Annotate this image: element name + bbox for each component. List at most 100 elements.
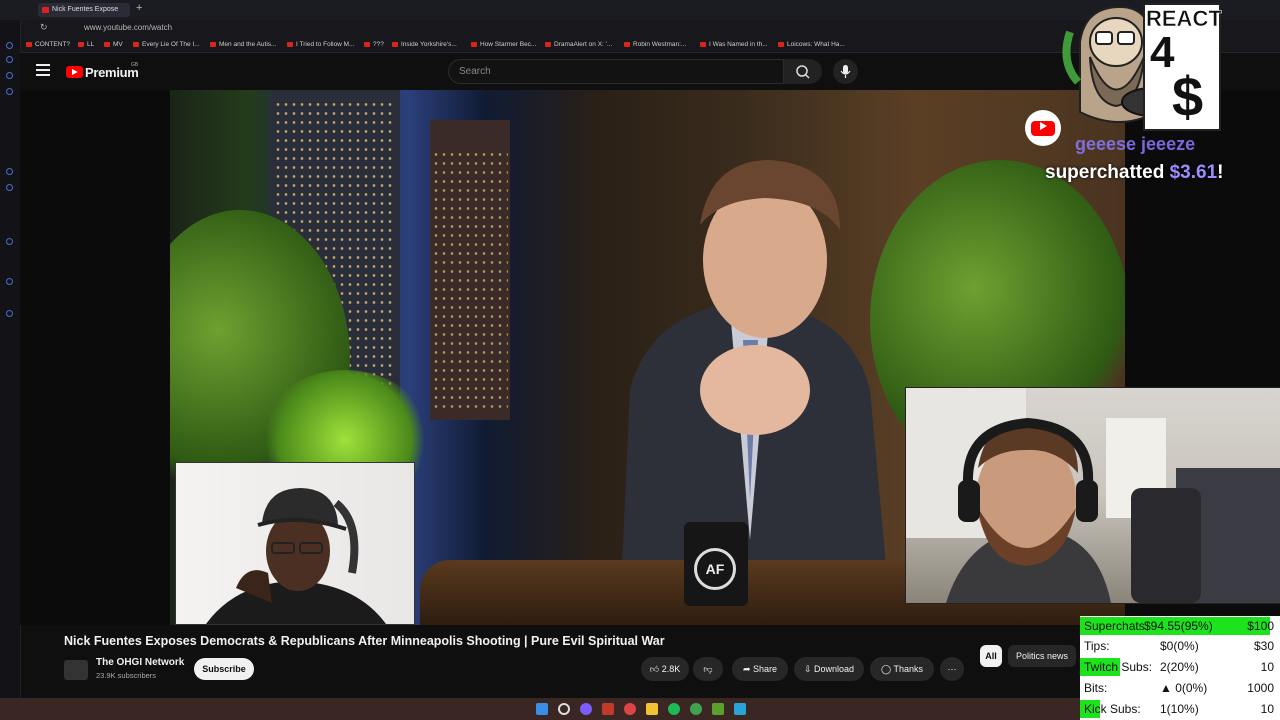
guest-webcam [175, 462, 415, 625]
sidebar-icon[interactable] [6, 88, 13, 95]
sidebar-icon[interactable] [6, 278, 13, 285]
share-button[interactable]: ➦ Share [732, 657, 788, 681]
youtube-logo-icon[interactable] [66, 66, 83, 78]
streamer-figure [906, 388, 1280, 603]
bookmark-label: MV [113, 41, 123, 48]
bookmark-icon [104, 41, 110, 47]
bookmark-label: I Was Named in th... [709, 41, 768, 48]
goal-row: Twitch Subs: 2(20%) 10 [1080, 657, 1280, 677]
bookmark-icon [210, 41, 216, 47]
superchat-bang: ! [1217, 162, 1224, 183]
thanks-button[interactable]: ◯ Thanks [870, 657, 934, 681]
folder-icon[interactable] [646, 703, 658, 715]
hamburger-menu-icon[interactable] [36, 64, 50, 76]
chip-politics-news[interactable]: Politics news [1008, 645, 1076, 667]
reload-icon[interactable]: ↻ [40, 22, 48, 33]
bookmark-item[interactable]: How Starmer Bec... [471, 41, 536, 48]
guest-figure [206, 488, 386, 624]
like-button[interactable]: 👍︎ 2.8K [641, 657, 689, 681]
goal-label: Bits: [1084, 681, 1108, 695]
bookmark-item[interactable]: I Tried to Follow M... [287, 41, 355, 48]
bookmark-label: Loicows: What Ha... [787, 41, 845, 48]
goal-value: $94.55(95%) [1144, 619, 1213, 633]
goal-row: Tips: $0(0%) $30 [1080, 636, 1280, 656]
spotify-icon[interactable] [668, 703, 680, 715]
more-actions-button[interactable]: ⋯ [940, 657, 964, 681]
share-label: Share [753, 664, 778, 674]
sidebar-icon[interactable] [6, 42, 13, 49]
bookmark-item[interactable]: Every Lie Of The I... [133, 41, 200, 48]
voice-search-button[interactable] [833, 59, 858, 84]
bookmark-icon [133, 41, 139, 47]
bookmark-item[interactable]: LL [78, 41, 94, 48]
bookmark-item[interactable]: MV [104, 41, 123, 48]
host-figure [620, 160, 890, 610]
share-icon: ➦ [742, 664, 751, 674]
chip-all[interactable]: All [980, 645, 1002, 667]
search-input[interactable]: Search [448, 59, 784, 84]
browser-icon[interactable] [624, 703, 636, 715]
telegram-icon[interactable] [734, 703, 746, 715]
bookmark-icon [26, 41, 32, 47]
search-button[interactable] [784, 59, 822, 84]
sidebar-icon[interactable] [6, 184, 13, 191]
goal-target: 10 [1260, 702, 1274, 716]
stream-goals-panel: Superchats $94.55(95%) $100 Tips: $0(0%) $30… [1080, 616, 1280, 720]
bookmark-item[interactable]: Men and the Autis... [210, 41, 276, 48]
microphone-icon [840, 65, 851, 78]
streamer-webcam [905, 387, 1280, 604]
bookmark-icon [364, 41, 370, 47]
bookmark-item[interactable]: Inside Yorkshire's... [392, 41, 457, 48]
thumbs-up-icon: 👍︎ [649, 664, 660, 674]
sidebar-icon[interactable] [6, 72, 13, 79]
bookmark-item[interactable]: CONTENT? [26, 41, 70, 48]
bookmark-icon [471, 41, 477, 47]
browser-tab[interactable]: Nick Fuentes Expose [38, 3, 130, 17]
goal-value: 1(10%) [1160, 702, 1199, 716]
goal-label: Tips: [1084, 639, 1110, 653]
browser-sidebar [0, 20, 21, 700]
bookmark-item[interactable]: DramaAlert on X: '... [545, 41, 612, 48]
sidebar-icon[interactable] [6, 238, 13, 245]
tab-title: Nick Fuentes Expose [52, 6, 119, 13]
goal-target: 1000 [1247, 681, 1274, 695]
dislike-button[interactable]: 👎︎ [693, 657, 723, 681]
bookmark-icon [545, 41, 551, 47]
bookmark-item[interactable]: ??? [364, 41, 384, 48]
app-icon[interactable] [602, 703, 614, 715]
channel-avatar[interactable] [64, 660, 88, 680]
goal-target: $30 [1253, 639, 1274, 653]
sidebar-icon[interactable] [6, 56, 13, 63]
goal-label: Superchats [1084, 619, 1145, 633]
bookmark-label: Every Lie Of The I... [142, 41, 200, 48]
bookmark-label: How Starmer Bec... [480, 41, 537, 48]
thanks-icon: ◯ [881, 664, 892, 674]
sidebar-icon[interactable] [6, 168, 13, 175]
download-button[interactable]: ⇩ Download [794, 657, 864, 681]
goal-label: Twitch Subs: [1084, 660, 1153, 674]
goal-target: $100 [1247, 619, 1274, 633]
bookmark-icon [778, 41, 784, 47]
sidebar-icon[interactable] [6, 310, 13, 317]
xbox-icon[interactable] [690, 703, 702, 715]
youtube-favicon-icon [42, 7, 49, 13]
bookmark-item[interactable]: I Was Named in th... [700, 41, 768, 48]
start-icon[interactable] [536, 703, 548, 715]
bookmark-item[interactable]: Robin Westman:... [624, 41, 686, 48]
app-icon[interactable] [580, 703, 592, 715]
url-text[interactable]: www.youtube.com/watch [84, 23, 172, 32]
channel-name[interactable]: The OHGI Network [96, 657, 184, 668]
bookmark-icon [78, 41, 84, 47]
bookmark-label: ??? [373, 41, 384, 48]
app-icon[interactable] [712, 703, 724, 715]
new-tab-icon[interactable]: + [136, 2, 142, 14]
bookmark-icon [624, 41, 630, 47]
superchat-verb: superchatted [1045, 162, 1165, 183]
bookmark-label: Men and the Autis... [219, 41, 277, 48]
subscribe-button[interactable]: Subscribe [194, 658, 254, 680]
bookmark-icon [287, 41, 293, 47]
bookmark-item[interactable]: Loicows: What Ha... [778, 41, 845, 48]
search-icon[interactable] [558, 703, 570, 715]
bookmark-icon [700, 41, 706, 47]
thumbs-down-icon: 👎︎ [703, 664, 713, 674]
